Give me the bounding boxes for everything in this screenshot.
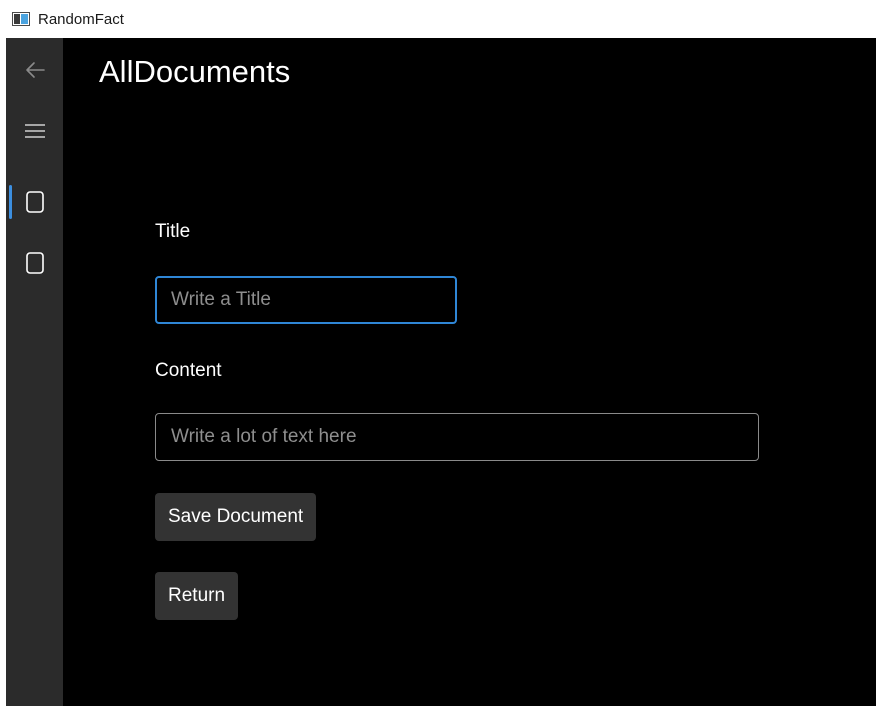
nav-item-document-2[interactable] <box>6 239 63 287</box>
nav-item-document-1[interactable] <box>6 178 63 226</box>
return-button[interactable]: Return <box>155 572 239 620</box>
title-label: Title <box>155 221 191 242</box>
content-input[interactable] <box>155 413 759 461</box>
hamburger-menu-icon <box>24 124 45 138</box>
window-titlebar: RandomFact <box>0 0 876 38</box>
navigation-pane <box>6 38 63 706</box>
window-title: RandomFact <box>38 10 124 28</box>
arrow-left-icon <box>25 62 45 78</box>
title-input[interactable] <box>155 276 457 324</box>
page-title: AllDocuments <box>99 54 291 89</box>
document-icon <box>25 191 44 213</box>
page-content: AllDocuments Title Content Save Document… <box>63 38 876 706</box>
content-label: Content <box>155 360 222 381</box>
app-window: AllDocuments Title Content Save Document… <box>6 38 876 706</box>
back-button[interactable] <box>6 46 63 94</box>
save-document-button[interactable]: Save Document <box>155 493 317 541</box>
app-icon <box>12 12 30 26</box>
hamburger-menu-button[interactable] <box>6 107 63 155</box>
document-icon <box>25 252 44 274</box>
